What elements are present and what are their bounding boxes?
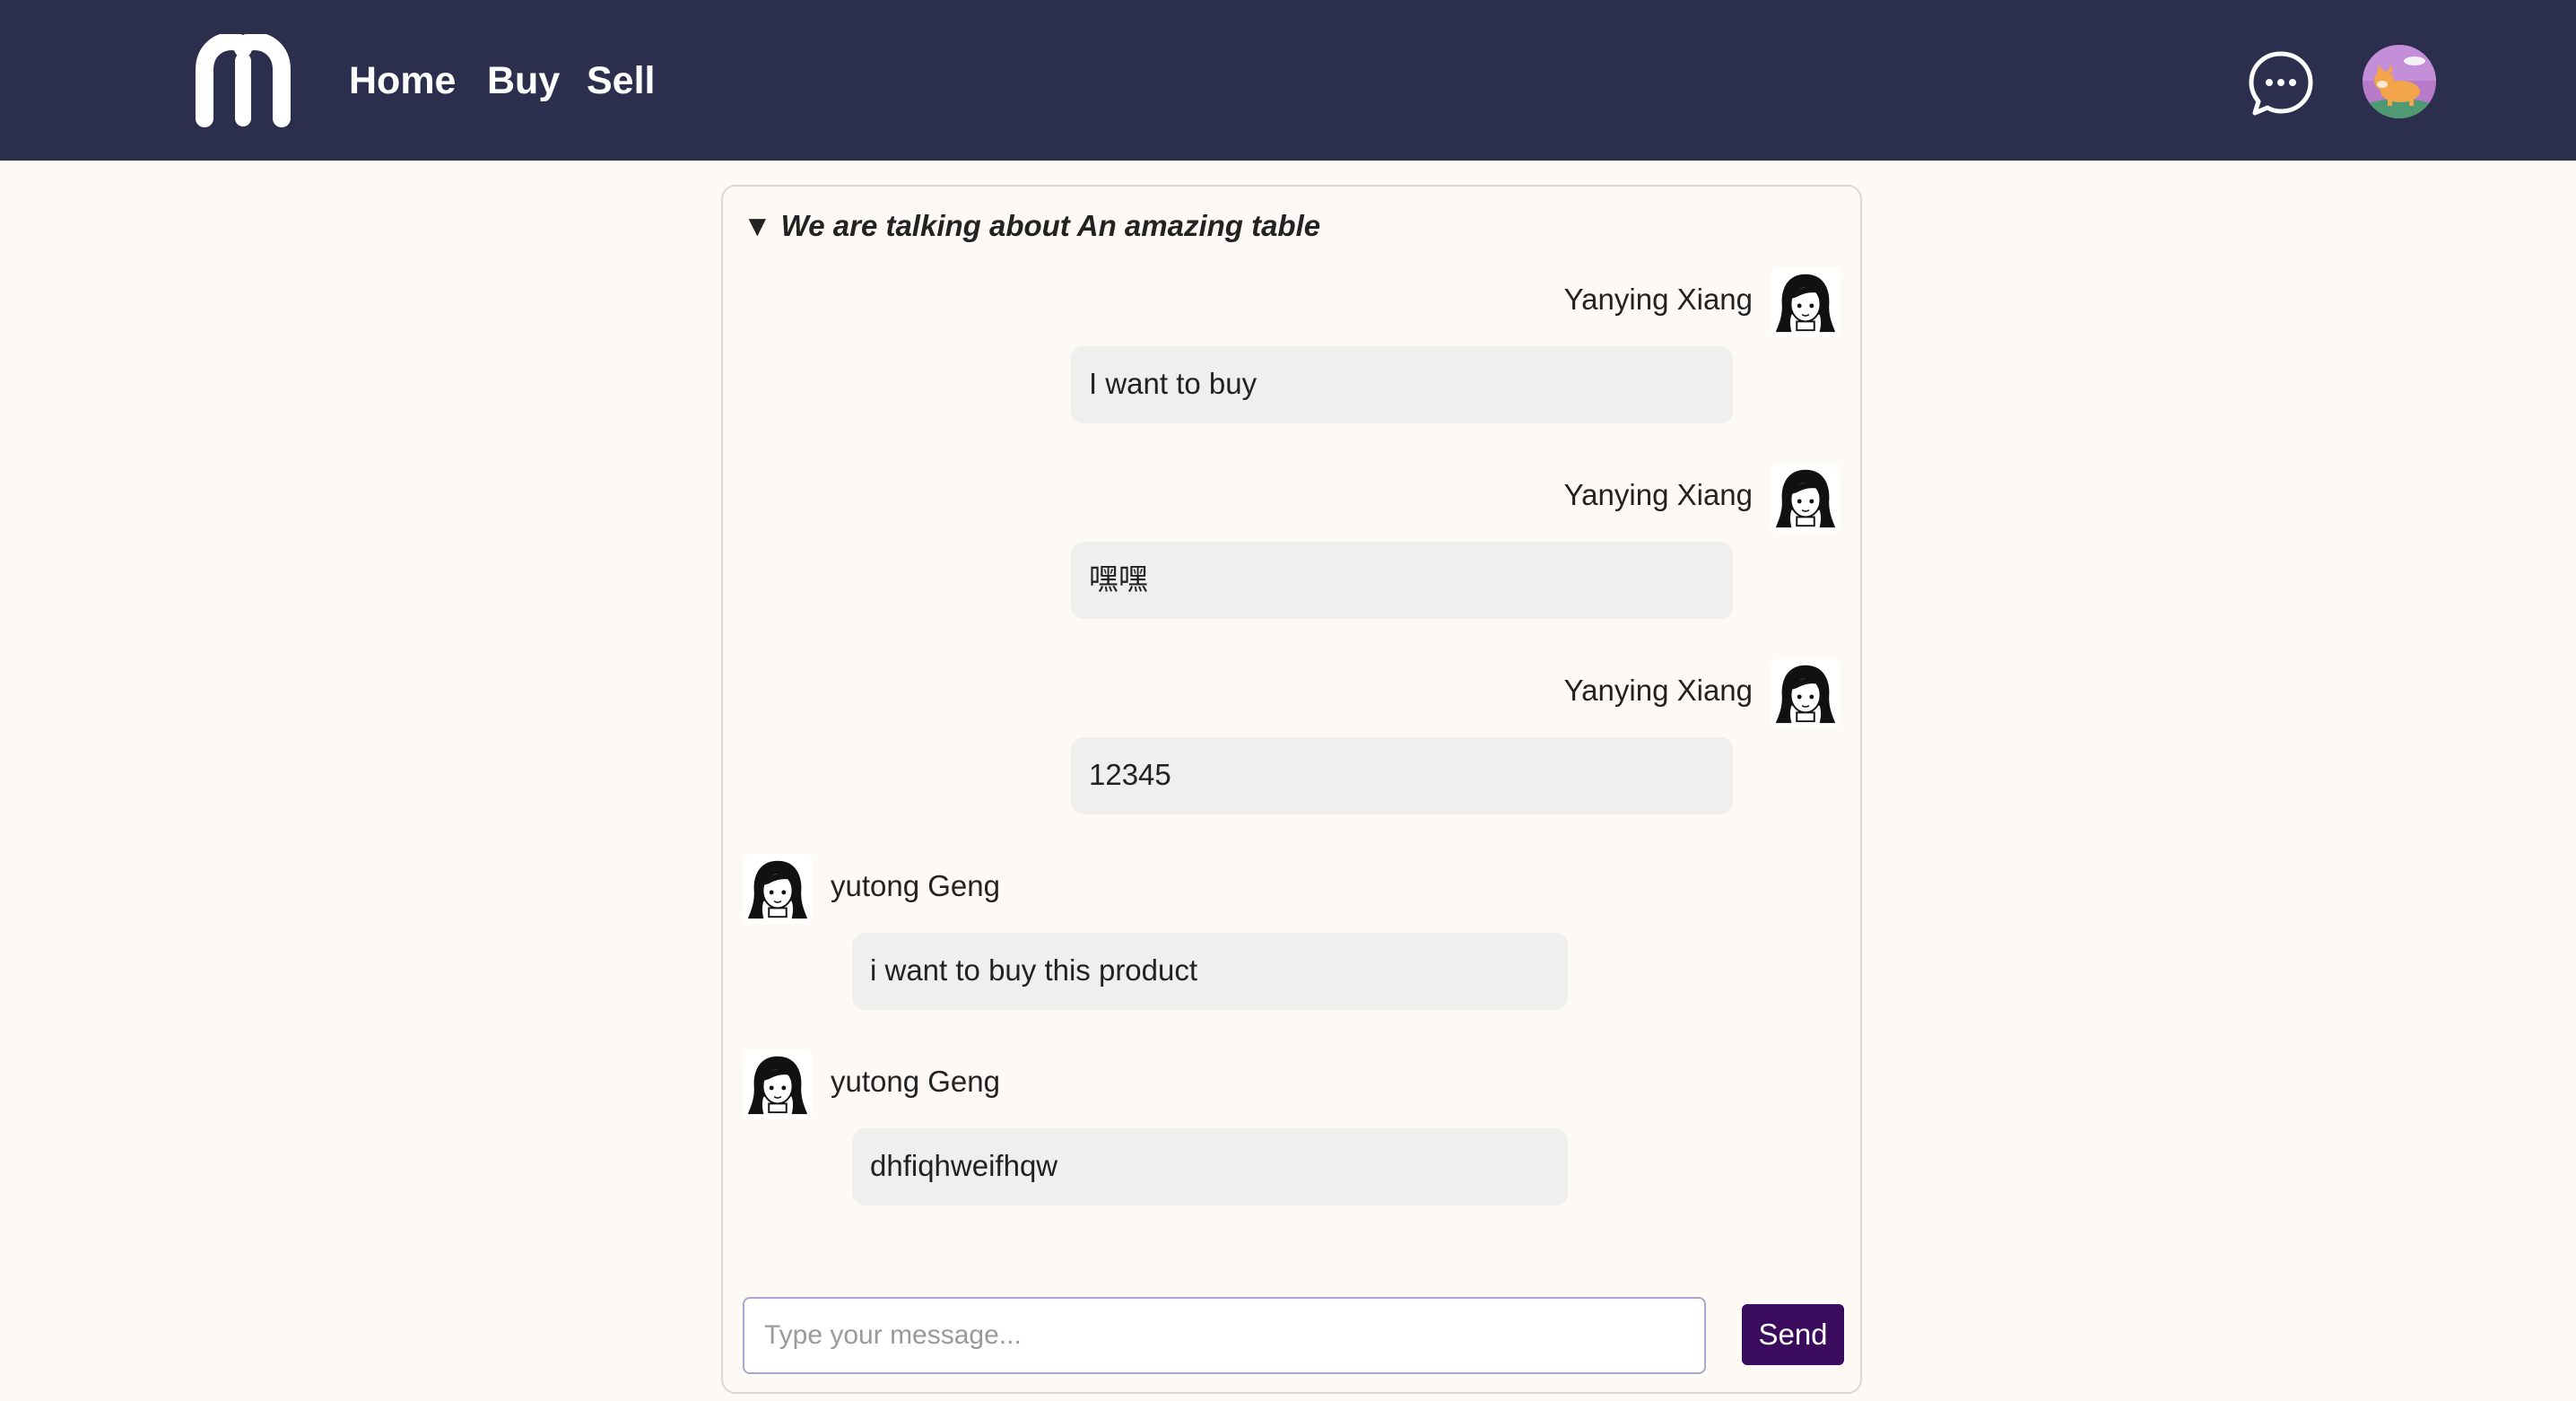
message-input[interactable] [743, 1297, 1706, 1374]
message-sender-name: Yanying Xiang [1563, 478, 1753, 511]
message-sender-name: yutong Geng [831, 869, 1000, 902]
sender-avatar-icon [1771, 463, 1841, 533]
message-bubble: 12345 [1071, 737, 1733, 814]
chat-topic-title: We are talking about An amazing table [780, 209, 1321, 242]
sender-avatar-icon [743, 854, 813, 924]
nav-sell-link[interactable]: Sell [587, 56, 656, 106]
chat-panel: ▼ We are talking about An amazing table Y… [721, 185, 1862, 1394]
send-button[interactable]: Send [1742, 1304, 1844, 1365]
message-bubble: I want to buy [1071, 346, 1733, 423]
chat-bubble-icon[interactable] [2248, 50, 2314, 117]
sender-avatar-icon [1771, 658, 1841, 728]
message-bubble: i want to buy this product [852, 933, 1568, 1010]
message-sender-name: Yanying Xiang [1563, 674, 1753, 707]
corgi-avatar-icon [2363, 45, 2436, 118]
message-bubble: dhfiqhweifhqw [852, 1128, 1568, 1205]
nav-home-link[interactable]: Home [349, 56, 456, 106]
disclosure-triangle-icon: ▼ [743, 209, 772, 242]
m-logo-icon[interactable] [196, 34, 291, 127]
sender-avatar-icon [1771, 267, 1841, 337]
message-sender-name: Yanying Xiang [1563, 283, 1753, 316]
top-navbar: Home Buy Sell [0, 0, 2576, 161]
message-sender-name: yutong Geng [831, 1065, 1000, 1098]
nav-buy-link[interactable]: Buy [487, 56, 560, 106]
chat-topic-summary[interactable]: ▼ We are talking about An amazing table [743, 208, 1320, 244]
sender-avatar-icon [743, 1049, 813, 1119]
message-bubble: 嘿嘿 [1071, 542, 1733, 619]
user-avatar[interactable] [2363, 45, 2436, 118]
